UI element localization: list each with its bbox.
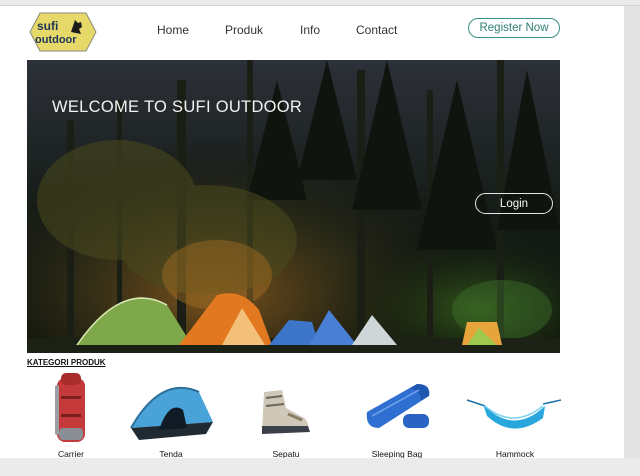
logo-text-line1: sufi bbox=[37, 19, 58, 33]
category-sepatu[interactable]: Sepatu bbox=[236, 370, 336, 464]
register-button[interactable]: Register Now bbox=[468, 18, 560, 38]
login-button[interactable]: Login bbox=[475, 193, 553, 214]
right-gutter bbox=[624, 6, 640, 458]
nav-info[interactable]: Info bbox=[300, 23, 320, 37]
hero-banner: WELCOME TO SUFI OUTDOOR Login bbox=[27, 60, 560, 353]
site-logo[interactable]: sufi outdoor bbox=[28, 12, 98, 52]
tent-icon bbox=[130, 387, 213, 440]
category-hammock[interactable]: Hammock bbox=[465, 370, 565, 464]
logo-text-line2: outdoor bbox=[35, 34, 77, 46]
category-tenda[interactable]: Tenda bbox=[121, 370, 221, 464]
category-carrier[interactable]: Carrier bbox=[21, 370, 121, 464]
category-sleeping-bag[interactable]: Sleeping Bag bbox=[347, 370, 447, 464]
page-canvas: sufi outdoor Home Produk Info Contact Re… bbox=[0, 6, 624, 459]
bottom-strip bbox=[0, 458, 640, 476]
hammock-icon bbox=[466, 399, 562, 429]
kategori-produk-heading: KATEGORI PRODUK bbox=[27, 358, 106, 367]
sleeping-bag-icon bbox=[366, 384, 430, 428]
nav-contact[interactable]: Contact bbox=[356, 23, 397, 37]
nav-home[interactable]: Home bbox=[157, 23, 189, 37]
hero-title: WELCOME TO SUFI OUTDOOR bbox=[52, 98, 303, 116]
logo-badge-icon: sufi outdoor bbox=[29, 12, 97, 52]
backpack-icon bbox=[55, 373, 85, 442]
nav-produk[interactable]: Produk bbox=[225, 23, 263, 37]
hiking-boot-icon bbox=[262, 390, 310, 434]
